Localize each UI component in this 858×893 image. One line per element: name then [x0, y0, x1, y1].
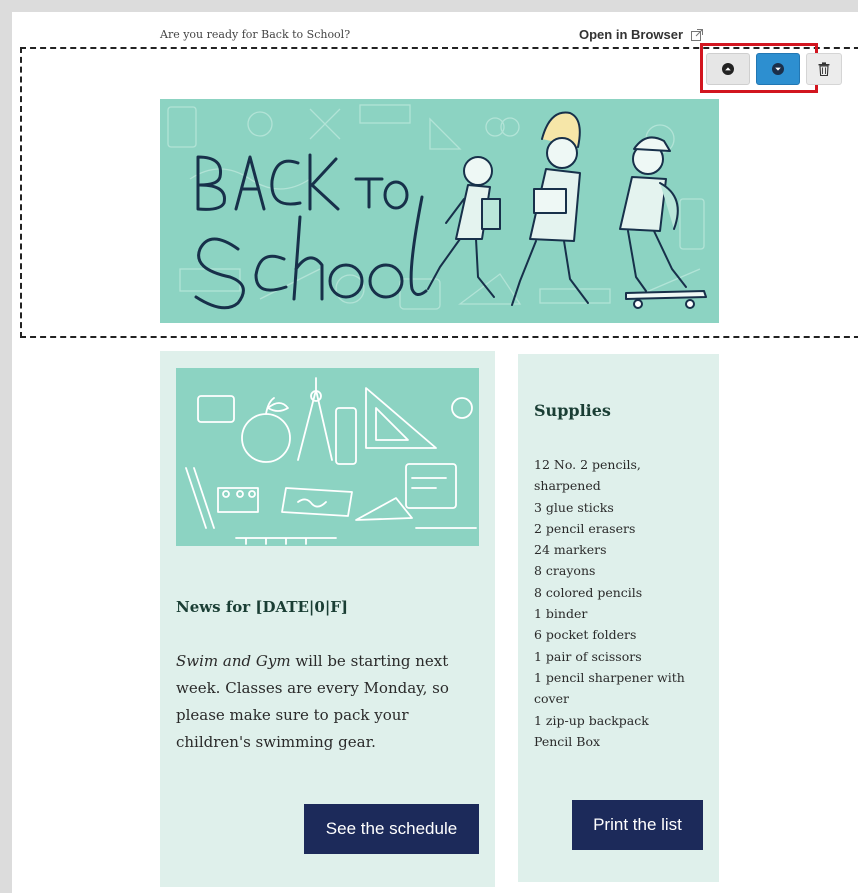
list-item: 1 pencil sharpener with cover [534, 669, 685, 707]
open-in-browser-label: Open in Browser [579, 27, 684, 42]
supplies-card: Supplies 12 No. 2 pencils, sharpened 3 g… [518, 354, 719, 882]
list-item: 8 crayons [534, 563, 596, 579]
list-item: 2 pencil erasers [534, 520, 636, 536]
list-item: 1 zip-up backpack [534, 712, 649, 728]
back-to-school-banner [160, 99, 719, 323]
list-item: 12 No. 2 pencils, sharpened [534, 457, 641, 494]
news-title: News for [DATE|0|F] [176, 598, 349, 616]
print-list-button[interactable]: Print the list [572, 800, 703, 850]
news-body: Swim and Gym will be starting next week.… [176, 648, 476, 756]
external-link-icon [691, 28, 704, 41]
list-item: 3 glue sticks [534, 499, 614, 515]
see-schedule-button[interactable]: See the schedule [304, 804, 479, 854]
arrow-down-icon [772, 63, 784, 75]
preheader-text: Are you ready for Back to School? [160, 28, 351, 41]
move-down-button[interactable] [756, 53, 800, 85]
list-item: 1 pair of scissors [534, 648, 642, 664]
supplies-illustration [185, 377, 477, 545]
list-item: 8 colored pencils [534, 584, 643, 600]
school-supplies-image [176, 368, 479, 546]
list-item: 1 binder [534, 606, 588, 622]
list-item: 24 markers [534, 542, 607, 558]
editor-frame-left [0, 0, 12, 893]
news-card: News for [DATE|0|F] Swim and Gym will be… [160, 351, 495, 887]
supplies-list: 12 No. 2 pencils, sharpened 3 glue stick… [534, 454, 709, 752]
news-body-italic: Swim and Gym [176, 652, 291, 670]
block-toolbar [706, 53, 842, 85]
delete-button[interactable] [806, 53, 842, 85]
list-item: Pencil Box [534, 733, 601, 749]
banner-illustration [167, 104, 707, 310]
arrow-up-icon [722, 63, 734, 75]
editor-frame-top [0, 0, 858, 12]
trash-icon [818, 62, 830, 76]
open-in-browser-link[interactable]: Open in Browser [579, 27, 704, 42]
supplies-title: Supplies [534, 401, 611, 420]
move-up-button[interactable] [706, 53, 750, 85]
list-item: 6 pocket folders [534, 627, 637, 643]
